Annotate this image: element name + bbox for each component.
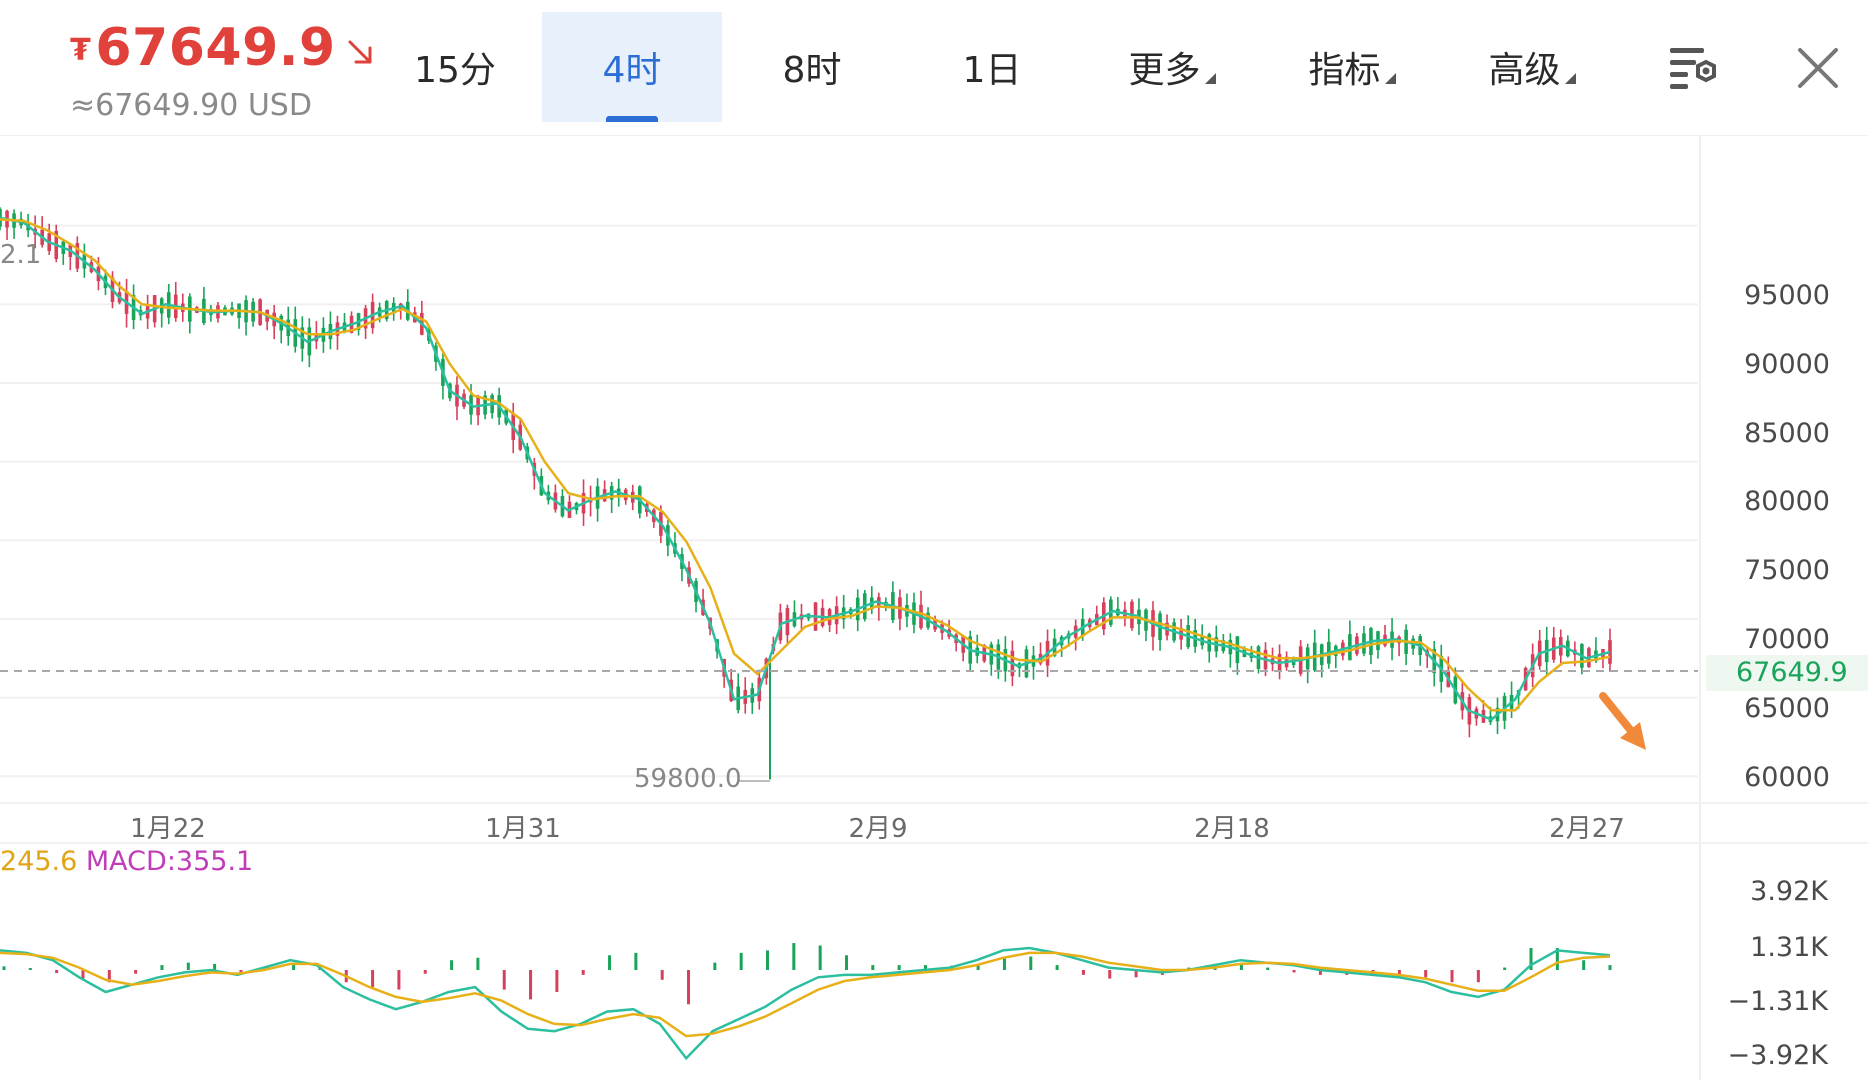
macd-value: MACD:355.1: [85, 846, 254, 877]
macd-y-tick: 1.31K: [1750, 932, 1828, 963]
y-tick: 75000: [1744, 555, 1830, 586]
x-tick: 2月18: [1194, 814, 1270, 844]
macd-dea-value: 245.6: [0, 846, 78, 877]
macd-y-tick: −1.31K: [1727, 986, 1828, 1017]
y-tick: 85000: [1744, 418, 1830, 449]
chart-area[interactable]: 2.1 59800.0 95000 90000 85000 80000 7500…: [0, 0, 1868, 1080]
x-tick: 1月22: [130, 814, 206, 844]
y-tick: 95000: [1744, 280, 1830, 311]
high-price-label: 2.1: [0, 240, 42, 270]
low-price-label: 59800.0: [634, 764, 742, 794]
macd-dif-line: [0, 946, 1611, 1061]
y-tick: 90000: [1744, 349, 1830, 380]
x-tick: 1月31: [485, 814, 561, 844]
y-tick: 70000: [1744, 624, 1830, 655]
macd-dea-line: [0, 951, 1611, 1038]
macd-y-tick: 3.92K: [1750, 876, 1828, 907]
x-tick: 2月9: [848, 814, 908, 844]
macd-legend: 245.6 MACD:355.1: [0, 846, 253, 877]
ma-line: [0, 218, 1611, 712]
x-tick: 2月27: [1549, 814, 1625, 844]
current-price-tag: 67649.9: [1706, 655, 1868, 691]
y-tick: 65000: [1744, 693, 1830, 724]
y-tick: 80000: [1744, 486, 1830, 517]
candlestick-chart[interactable]: [0, 0, 1868, 1080]
macd-y-tick: −3.92K: [1727, 1040, 1828, 1071]
y-tick: 60000: [1744, 762, 1830, 793]
trend-arrow-icon: [1599, 692, 1646, 750]
